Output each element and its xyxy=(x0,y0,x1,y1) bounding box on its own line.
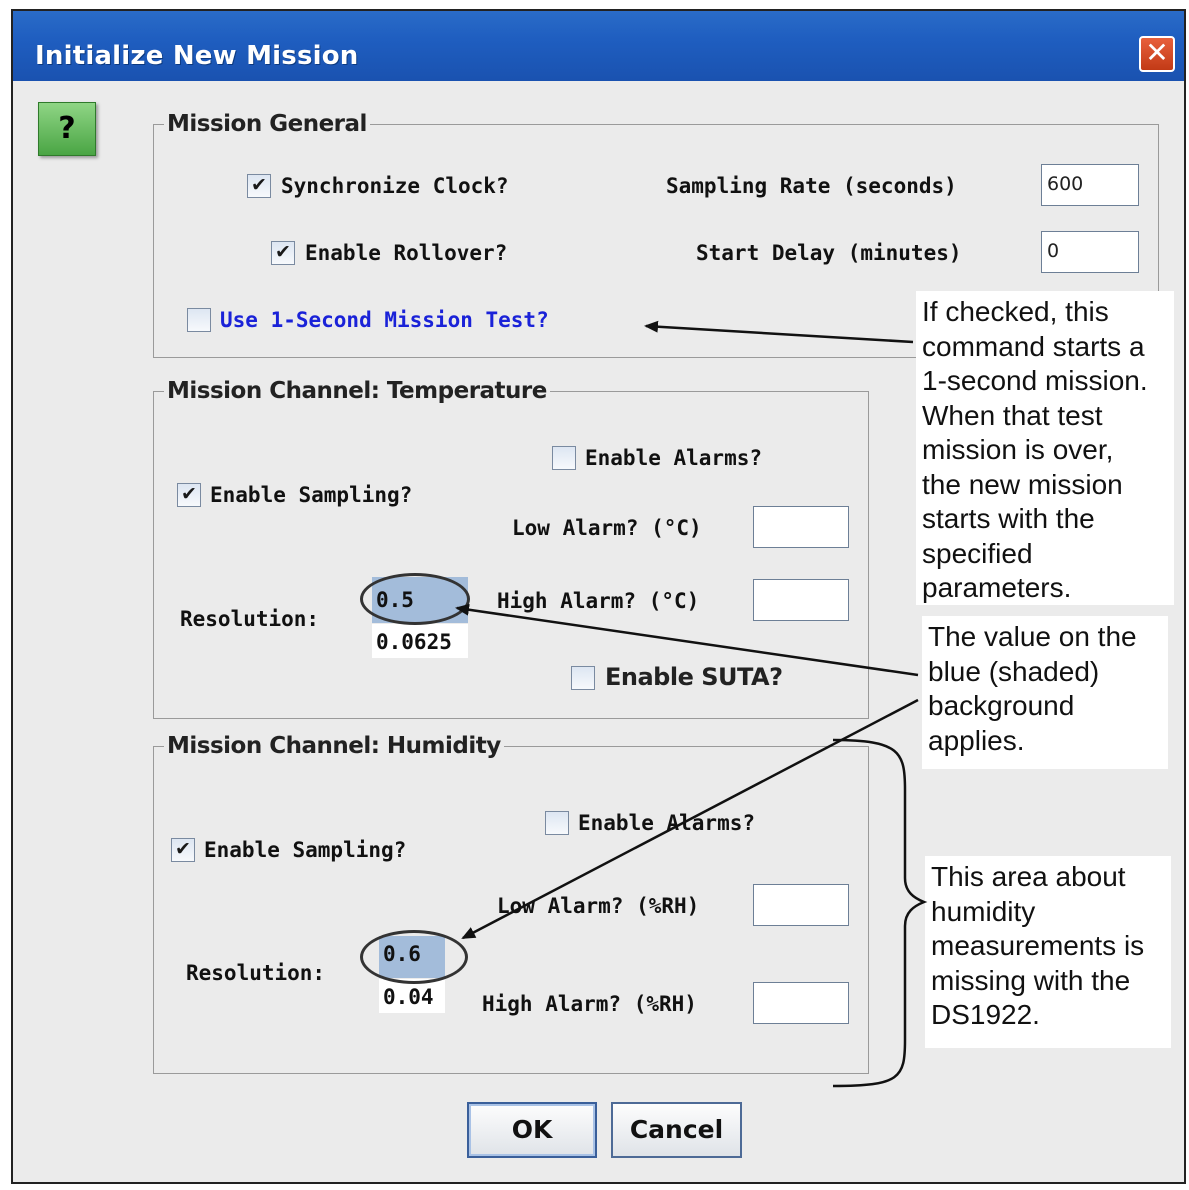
arrow-to-one-second-test xyxy=(644,320,914,344)
arrow-to-temp-resolution xyxy=(455,603,919,677)
arrow-to-hum-resolution xyxy=(461,698,919,940)
annotation-overlay xyxy=(455,320,928,1088)
humidity-brace xyxy=(832,738,928,1088)
